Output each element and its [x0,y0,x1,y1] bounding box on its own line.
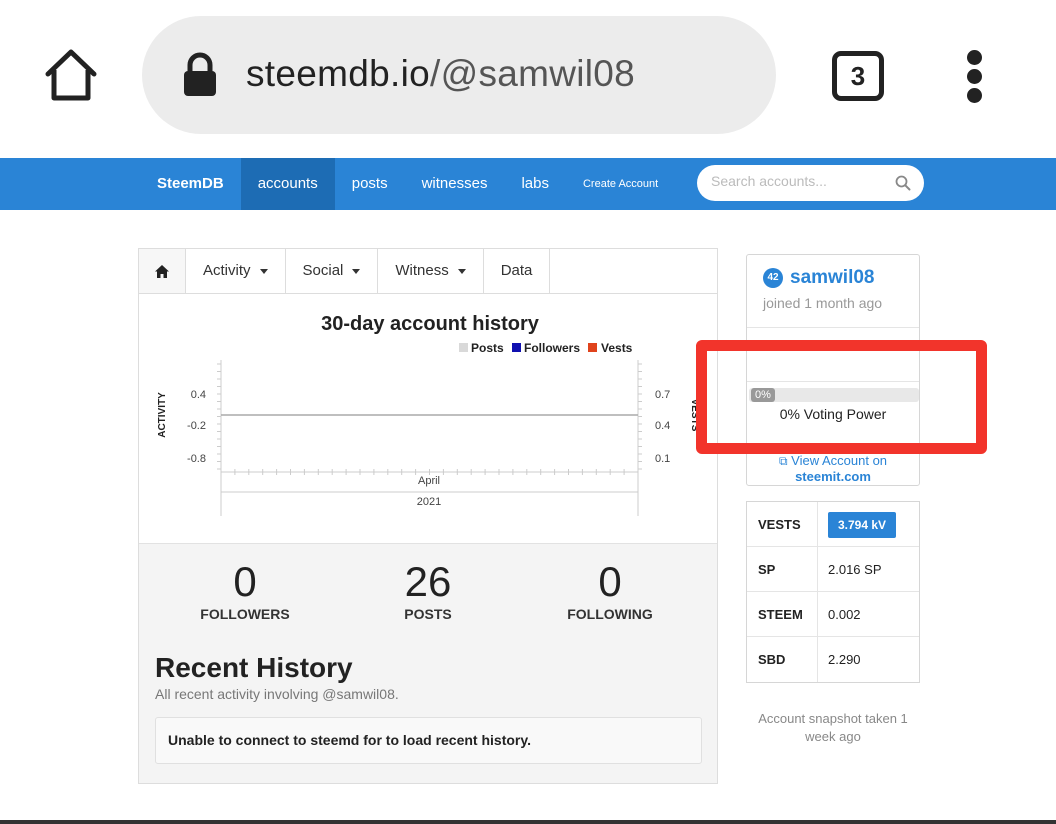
balance-row-steem: STEEM 0.002 [747,592,919,637]
url-path: /@samwil08 [430,53,636,94]
tab-data[interactable]: Data [484,249,551,293]
tab-witness[interactable]: Witness [378,249,484,293]
account-panel: Activity Social Witness Data 30-day acco… [138,248,718,784]
tab-data-label: Data [500,262,533,279]
view-link-text: View Account on [791,453,888,468]
balance-value: 2.290 [828,652,861,667]
url-text[interactable]: steemdb.io/@samwil08 [246,53,635,95]
joined-text: joined 1 month ago [763,295,883,311]
balance-row-sbd: SBD 2.290 [747,637,919,682]
y-right-tick-label: 0.1 [655,453,670,465]
stat-value: 0 [233,558,257,605]
bottom-divider [0,820,1056,824]
overflow-menu-icon[interactable] [964,50,988,104]
account-search [697,165,924,201]
recent-history-title: Recent History [155,652,353,683]
browser-toolbar: steemdb.io/@samwil08 3 [0,0,1056,158]
y-right-tick-label: 0.4 [655,420,670,432]
stat-label: POSTS [404,606,452,622]
vests-pill[interactable]: 3.794 kV [828,512,897,538]
legend-posts: Posts [471,341,504,355]
stat-posts[interactable]: 26 POSTS [348,558,508,623]
nav-list: SteemDB accounts posts witnesses labs Cr… [140,158,675,210]
recent-history-error: Unable to connect to steemd for to load … [155,717,702,764]
search-icon[interactable] [894,174,912,192]
balance-row-sp: SP 2.016 SP [747,547,919,592]
nav-item-posts[interactable]: posts [335,158,405,210]
legend-followers: Followers [524,341,580,355]
x-label-month: April [418,475,440,487]
balance-value: 3.794 kV [818,502,919,546]
tab-activity[interactable]: Activity [186,249,286,293]
divider [747,327,919,328]
highlight-box [696,340,987,454]
balance-value: 0.002 [828,607,861,622]
legend-swatch-posts [459,343,468,352]
legend-vests: Vests [601,341,633,355]
url-host: steemdb.io [246,53,430,94]
search-input[interactable] [711,173,891,189]
y-label-left: ACTIVITY [157,392,168,438]
view-link-domain: steemit.com [795,469,871,484]
tab-switcher-button[interactable]: 3 [832,51,884,101]
tab-witness-label: Witness [395,262,449,279]
lock-icon [182,52,218,98]
y-right-ticks: 0.7 0.4 0.1 [638,363,670,470]
stat-label: FOLLOWING [567,606,653,622]
chart-legend: Posts Followers Vests [459,341,633,355]
y-left-ticks: 0.4 -0.2 -0.8 [187,363,221,470]
balance-row-vests: VESTS 3.794 kV [747,502,919,547]
home-icon[interactable] [42,46,100,104]
account-name[interactable]: samwil08 [790,267,875,289]
external-link-icon: ⧉ [778,454,788,468]
y-left-tick-label: -0.2 [187,420,206,432]
caret-down-icon [259,268,268,274]
legend-swatch-followers [512,343,521,352]
balance-key: SBD [747,637,818,682]
account-history-chart: 30-day account history Posts Followers V… [139,294,717,544]
nav-item-create-account[interactable]: Create Account [566,158,675,210]
brand-link[interactable]: SteemDB [140,158,241,210]
recent-history-subtitle: All recent activity involving @samwil08. [155,686,399,702]
caret-down-icon [457,268,466,274]
snapshot-note: Account snapshot taken 1 week ago [758,711,908,744]
tab-social[interactable]: Social [286,249,379,293]
balance-key: STEEM [747,592,818,636]
balance-key: SP [747,547,818,591]
house-icon [155,264,169,278]
site-navbar: SteemDB accounts posts witnesses labs Cr… [0,158,1056,210]
tab-home[interactable] [139,249,186,293]
nav-item-accounts[interactable]: accounts [240,158,335,210]
tab-activity-label: Activity [203,262,251,279]
account-tabs: Activity Social Witness Data [139,249,717,294]
account-stats: 0 FOLLOWERS 26 POSTS 0 FOLLOWING Recent … [139,543,717,783]
chart-title: 30-day account history [321,313,540,335]
stat-value: 0 [598,558,622,605]
stat-following[interactable]: 0 FOLLOWING [530,558,690,623]
legend-swatch-vests [588,343,597,352]
y-left-tick-label: 0.4 [191,389,206,401]
nav-item-witnesses[interactable]: witnesses [405,158,505,210]
tab-social-label: Social [302,262,344,279]
stat-value: 26 [404,558,452,605]
y-left-tick-label: -0.8 [187,453,206,465]
y-right-tick-label: 0.7 [655,389,670,401]
balances-table: VESTS 3.794 kV SP 2.016 SP STEEM 0.002 S… [746,501,920,683]
balance-value: 2.016 SP [828,562,882,577]
x-label-year: 2021 [417,496,441,508]
reputation-badge: 42 [763,268,783,288]
balance-key: VESTS [747,502,818,546]
stat-label: FOLLOWERS [200,606,290,622]
nav-item-labs[interactable]: labs [504,158,566,210]
chart-svg: 30-day account history Posts Followers V… [157,313,700,516]
caret-down-icon [352,268,361,274]
stat-followers[interactable]: 0 FOLLOWERS [165,558,325,623]
